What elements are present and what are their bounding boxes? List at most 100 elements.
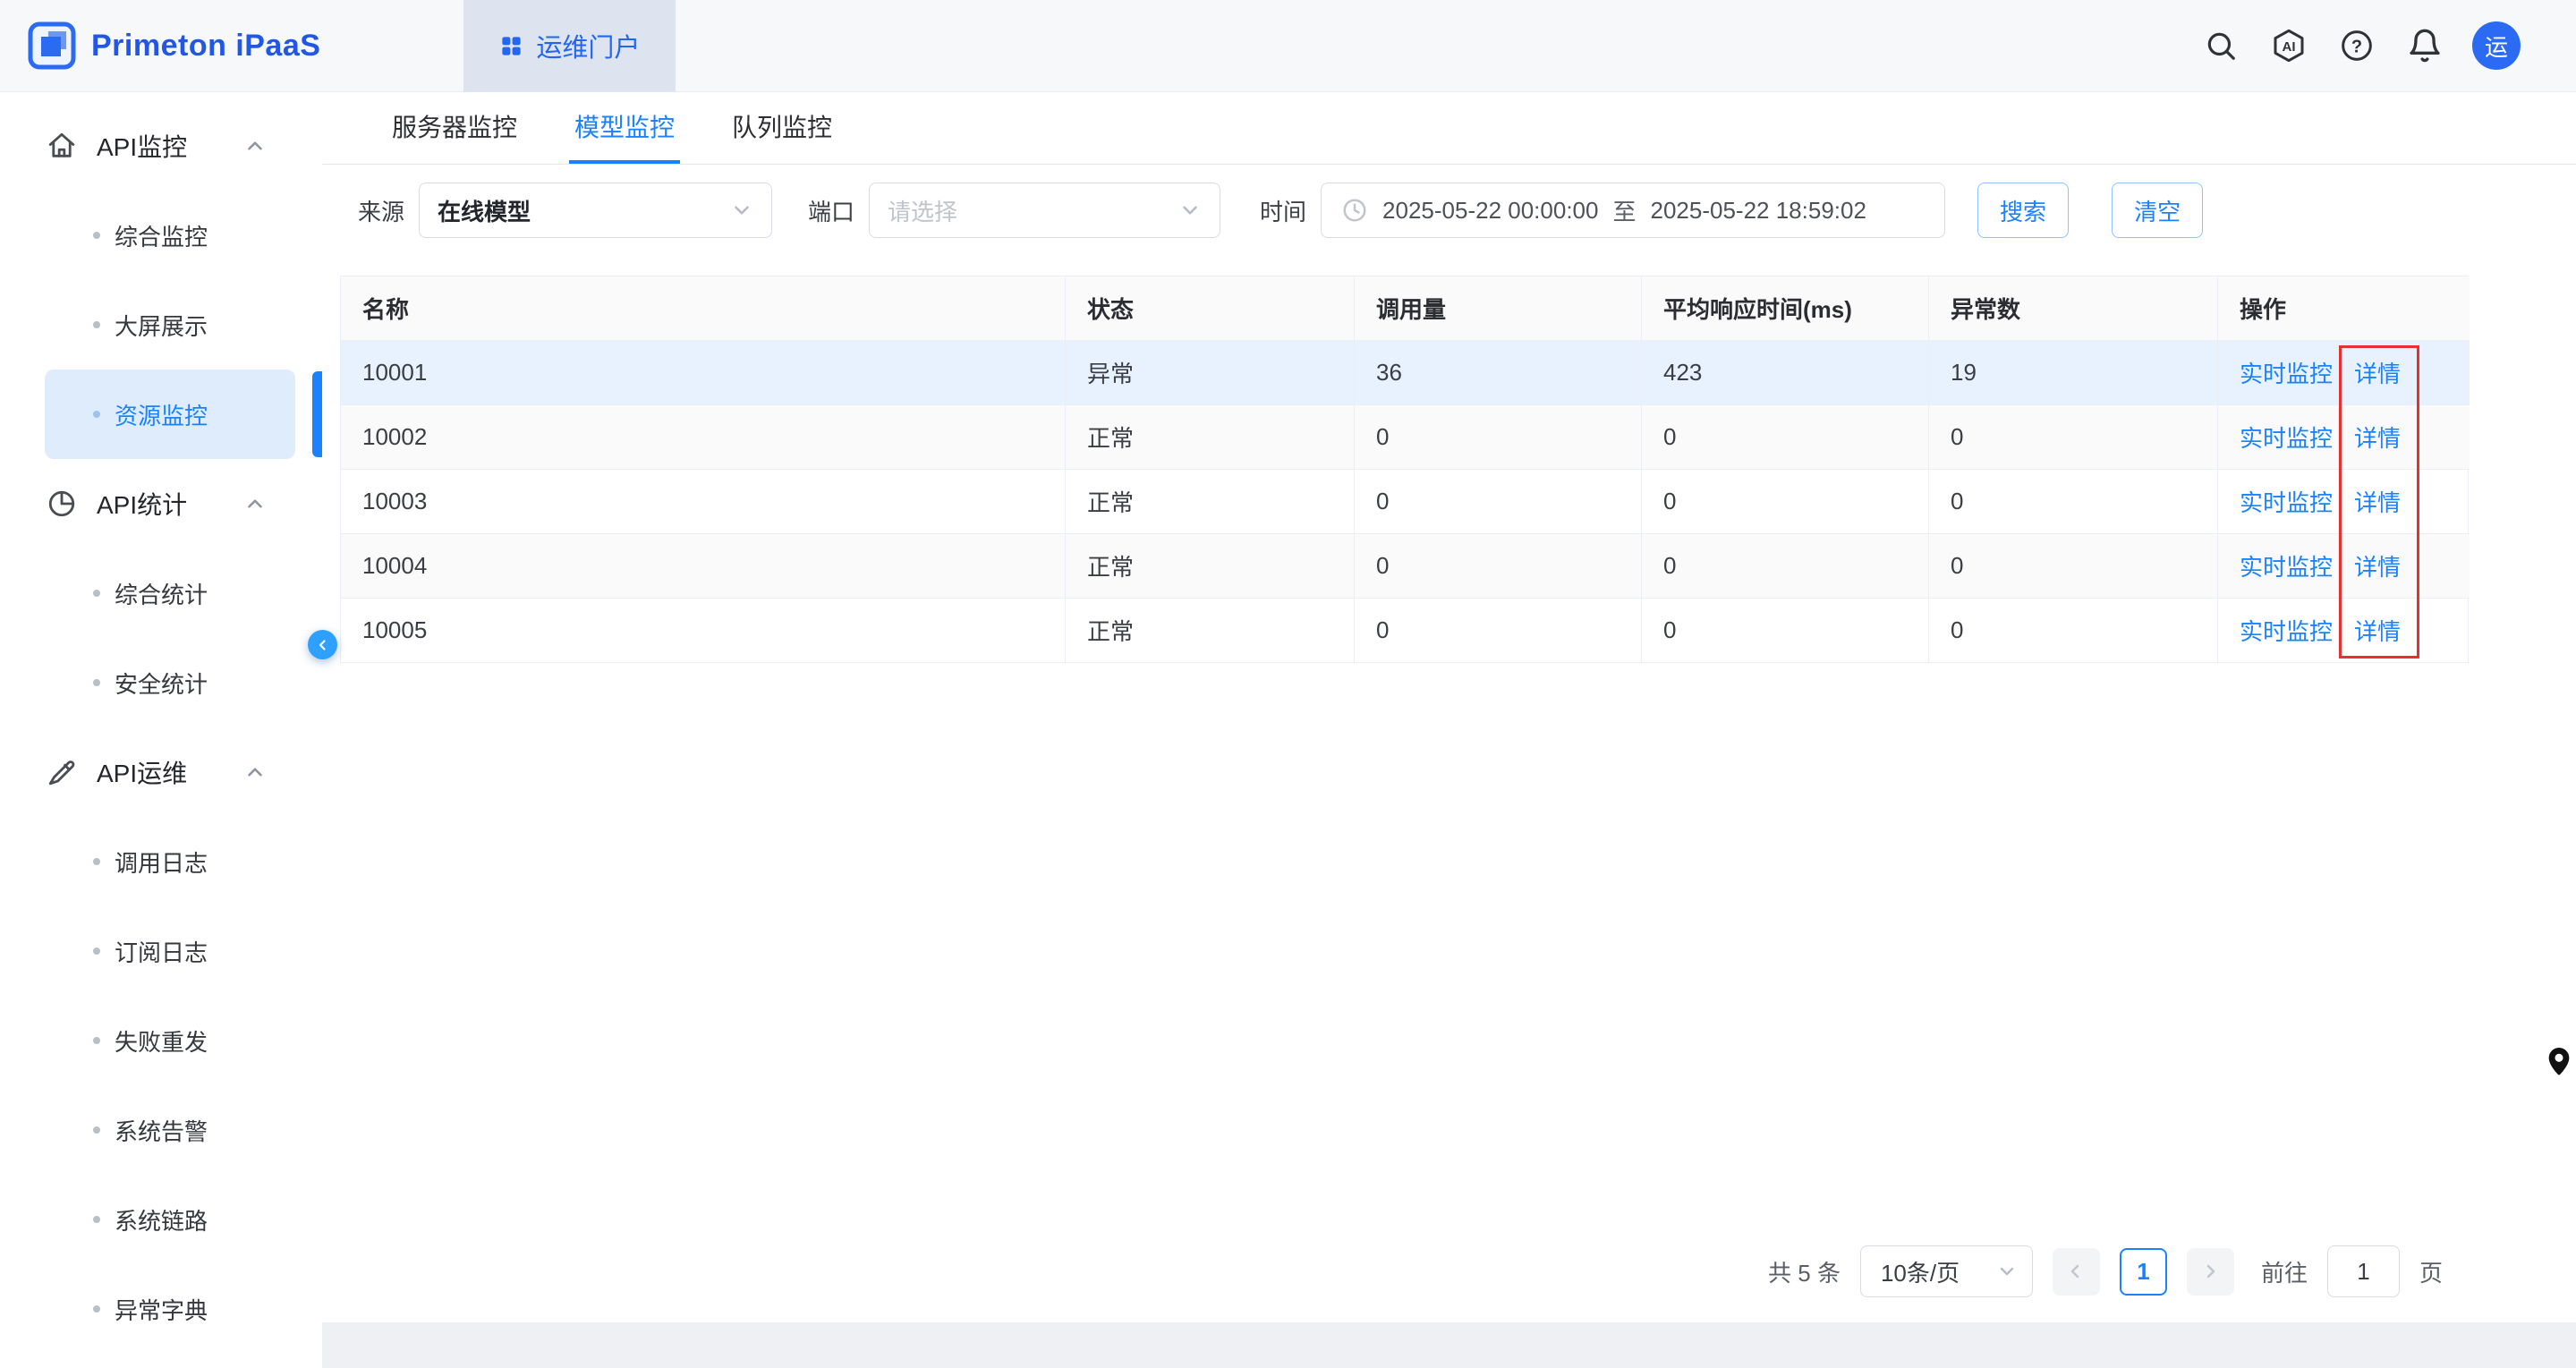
clock-icon — [1341, 197, 1368, 224]
total-count-label: 共 5 条 — [1768, 1255, 1841, 1288]
time-separator: 至 — [1612, 194, 1636, 227]
cell-avg-response: 0 — [1642, 534, 1929, 599]
cell-calls: 36 — [1355, 341, 1642, 405]
cell-errors: 0 — [1929, 470, 2218, 534]
realtime-monitor-link[interactable]: 实时监控 — [2240, 356, 2333, 389]
search-icon[interactable] — [2200, 25, 2241, 66]
time-start-value: 2025-05-22 00:00:00 — [1382, 197, 1598, 225]
port-select[interactable]: 请选择 — [869, 183, 1220, 238]
help-icon[interactable]: ? — [2336, 25, 2377, 66]
col-header-actions: 操作 — [2218, 276, 2470, 341]
source-select[interactable]: 在线模型 — [419, 183, 772, 238]
tab-label: 模型监控 — [574, 108, 675, 144]
detail-link[interactable]: 详情 — [2354, 421, 2401, 454]
sidebar-item-exception-dictionary[interactable]: 异常字典 — [45, 1264, 295, 1354]
chevron-down-icon — [1178, 199, 1202, 222]
table-row[interactable]: 10005 正常 0 0 0 实时监控 详情 — [341, 599, 2468, 663]
chevron-up-icon — [243, 134, 267, 157]
time-range-picker[interactable]: 2025-05-22 00:00:00 至 2025-05-22 18:59:0… — [1321, 183, 1945, 238]
sidebar-section-api-monitoring[interactable]: API监控 — [0, 101, 322, 191]
brand: Primeton iPaaS — [0, 21, 320, 71]
portal-tab-label: 运维门户 — [536, 27, 640, 64]
page-size-value: 10条/页 — [1881, 1255, 1960, 1288]
sidebar-item-label: 系统链路 — [115, 1203, 208, 1236]
realtime-monitor-link[interactable]: 实时监控 — [2240, 485, 2333, 518]
cell-name: 10003 — [341, 470, 1066, 534]
search-button[interactable]: 搜索 — [1977, 183, 2069, 238]
port-select-placeholder: 请选择 — [888, 194, 957, 227]
bullet-icon — [93, 679, 100, 686]
table-row[interactable]: 10001 异常 36 423 19 实时监控 详情 — [341, 341, 2468, 405]
prev-page-button[interactable] — [2053, 1248, 2100, 1296]
clear-button[interactable]: 清空 — [2112, 183, 2203, 238]
sidebar-section-label: API统计 — [97, 486, 187, 522]
table-row[interactable]: 10002 正常 0 0 0 实时监控 详情 — [341, 405, 2468, 470]
cell-name: 10005 — [341, 599, 1066, 663]
sidebar-section-label: API运维 — [97, 754, 187, 790]
chevron-up-icon — [243, 760, 267, 784]
next-page-button[interactable] — [2187, 1248, 2234, 1296]
pie-chart-icon — [47, 489, 77, 519]
detail-link[interactable]: 详情 — [2354, 549, 2401, 582]
realtime-monitor-link[interactable]: 实时监控 — [2240, 549, 2333, 582]
page-size-select[interactable]: 10条/页 — [1860, 1245, 2033, 1297]
sidebar-item-big-screen-display[interactable]: 大屏展示 — [45, 280, 295, 370]
bullet-icon — [93, 232, 100, 239]
sidebar-item-resource-monitoring[interactable]: 资源监控 — [45, 370, 295, 459]
sidebar-item-system-alerts[interactable]: 系统告警 — [45, 1085, 295, 1175]
sidebar-item-comprehensive-monitoring[interactable]: 综合监控 — [45, 191, 295, 280]
current-page-button[interactable]: 1 — [2120, 1248, 2167, 1296]
bell-icon[interactable] — [2404, 25, 2445, 66]
cell-status: 正常 — [1066, 599, 1355, 663]
sidebar-item-call-logs[interactable]: 调用日志 — [45, 817, 295, 906]
cell-errors: 0 — [1929, 534, 2218, 599]
realtime-monitor-link[interactable]: 实时监控 — [2240, 614, 2333, 647]
annotation-pin-icon — [2544, 1045, 2574, 1087]
detail-link[interactable]: 详情 — [2354, 614, 2401, 647]
cell-calls: 0 — [1355, 405, 1642, 470]
active-item-indicator — [312, 371, 322, 457]
sidebar-item-system-links[interactable]: 系统链路 — [45, 1175, 295, 1264]
sidebar-item-security-statistics[interactable]: 安全统计 — [45, 638, 295, 727]
detail-link[interactable]: 详情 — [2354, 356, 2401, 389]
bullet-icon — [93, 411, 100, 418]
sidebar-item-comprehensive-statistics[interactable]: 综合统计 — [45, 548, 295, 638]
grid-icon — [499, 34, 523, 58]
sidebar-section-api-operations[interactable]: API运维 — [0, 727, 322, 817]
tab-label: 队列监控 — [732, 108, 832, 144]
realtime-monitor-link[interactable]: 实时监控 — [2240, 421, 2333, 454]
sidebar-item-subscription-logs[interactable]: 订阅日志 — [45, 906, 295, 996]
tab-model-monitoring[interactable]: 模型监控 — [569, 92, 680, 164]
user-avatar[interactable]: 运 — [2472, 21, 2521, 70]
portal-tab-ops[interactable]: 运维门户 — [463, 0, 676, 92]
sidebar-item-failure-retry[interactable]: 失败重发 — [45, 996, 295, 1085]
detail-link[interactable]: 详情 — [2354, 485, 2401, 518]
col-header-avg-response: 平均响应时间(ms) — [1642, 276, 1929, 341]
brand-logo-icon — [27, 21, 77, 71]
sidebar-section-label: API监控 — [97, 128, 187, 164]
top-bar: Primeton iPaaS 运维门户 AI — [0, 0, 2576, 92]
tab-queue-monitoring[interactable]: 队列监控 — [727, 92, 837, 164]
sidebar-section-api-statistics[interactable]: API统计 — [0, 459, 322, 548]
col-header-name: 名称 — [341, 276, 1066, 341]
cell-status: 正常 — [1066, 405, 1355, 470]
cell-name: 10002 — [341, 405, 1066, 470]
sidebar-collapse-toggle[interactable] — [308, 630, 337, 659]
filter-bar: 来源 在线模型 端口 请选择 时间 — [358, 183, 2576, 238]
table-row[interactable]: 10003 正常 0 0 0 实时监控 详情 — [341, 470, 2468, 534]
sidebar-item-label: 大屏展示 — [115, 309, 208, 342]
content-spacer — [322, 663, 2576, 1245]
table-row[interactable]: 10004 正常 0 0 0 实时监控 详情 — [341, 534, 2468, 599]
col-header-errors: 异常数 — [1929, 276, 2218, 341]
cell-status: 正常 — [1066, 534, 1355, 599]
goto-page-input[interactable] — [2327, 1245, 2400, 1297]
svg-text:?: ? — [2351, 37, 2362, 56]
cell-calls: 0 — [1355, 470, 1642, 534]
bullet-icon — [93, 1037, 100, 1044]
tab-server-monitoring[interactable]: 服务器监控 — [387, 92, 523, 164]
cell-status: 正常 — [1066, 470, 1355, 534]
sidebar-item-label: 综合监控 — [115, 219, 208, 252]
ai-assistant-icon[interactable]: AI — [2268, 25, 2309, 66]
cell-name: 10001 — [341, 341, 1066, 405]
cell-calls: 0 — [1355, 534, 1642, 599]
